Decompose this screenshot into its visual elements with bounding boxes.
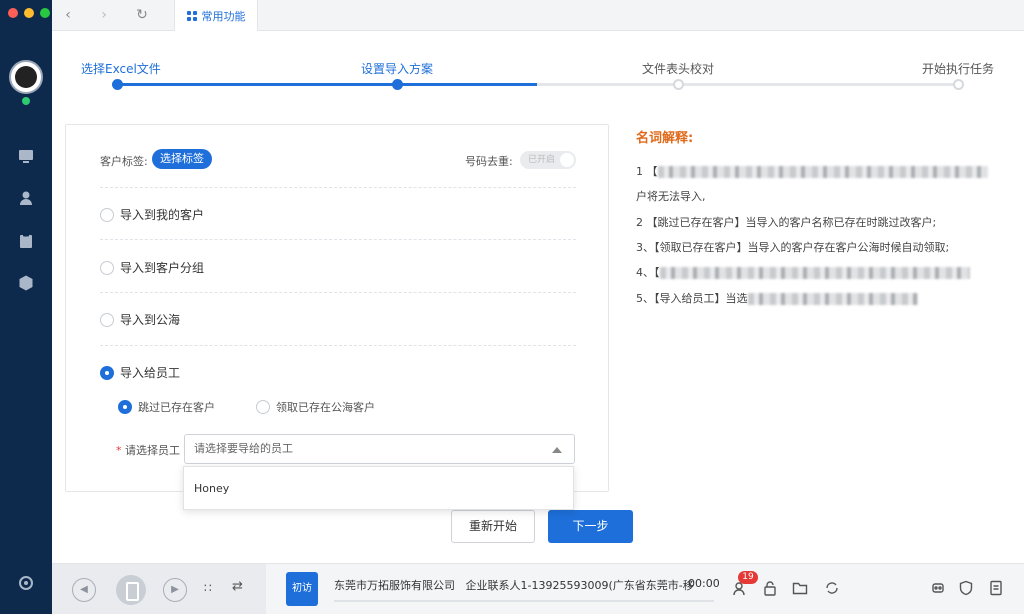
sync-icon[interactable]	[824, 580, 840, 596]
option-label: 导入到我的客户	[120, 208, 205, 222]
select-tag-button[interactable]: 选择标签	[152, 149, 212, 169]
clipboard-icon[interactable]	[17, 232, 35, 250]
option-label: 导入给员工	[120, 366, 181, 380]
import-options-panel: 客户标签: 选择标签 号码去重: 已开启 导入到我的客户 导入到客户分组 导入到…	[65, 124, 609, 492]
explanation-line-1: 1 【	[636, 163, 988, 179]
step-label-2: 设置导入方案	[361, 62, 434, 76]
blurred-text	[659, 267, 970, 279]
company-name: 东莞市万拓服饰有限公司	[334, 579, 455, 592]
transfer-icon[interactable]: ⇄	[232, 579, 243, 594]
employee-label-text: 请选择员工	[125, 444, 180, 457]
step-label-1: 选择Excel文件	[81, 62, 161, 76]
step-dot-4	[953, 79, 964, 90]
dedupe-toggle[interactable]: 已开启	[520, 151, 576, 169]
user-icon[interactable]	[17, 189, 35, 207]
play-icon[interactable]: ▶	[163, 578, 187, 602]
explanation-line-4: 3、【领取已存在客户】当导入的客户存在客户公海时候自动领取;	[636, 241, 950, 254]
blurred-text	[747, 293, 918, 305]
cube-icon[interactable]	[17, 274, 35, 292]
document-icon[interactable]	[988, 580, 1004, 596]
radio-button[interactable]	[256, 400, 270, 414]
close-window-button[interactable]	[8, 8, 18, 18]
employee-select[interactable]: 请选择要导给的员工	[184, 434, 575, 464]
step-dot-3	[673, 79, 684, 90]
employee-field-label: * 请选择员工	[116, 442, 180, 458]
divider	[100, 345, 576, 346]
chevron-left-icon[interactable]: ‹	[60, 7, 76, 23]
divider	[100, 239, 576, 240]
step-dot-2	[392, 79, 403, 90]
explanation-line-5: 4、【	[636, 264, 970, 280]
option-label: 导入到客户分组	[120, 261, 205, 275]
online-status-dot	[22, 97, 30, 105]
call-info: 东莞市万拓服饰有限公司 企业联系人1-13925593009(广东省东莞市-移	[334, 577, 694, 593]
shield-icon[interactable]	[958, 580, 974, 596]
grid-icon	[186, 10, 197, 21]
status-tag: 初访	[286, 572, 318, 606]
folder-icon[interactable]	[792, 580, 808, 596]
call-timer: 00:00	[688, 577, 720, 590]
radio-button-selected[interactable]	[118, 400, 132, 414]
phone-icon[interactable]	[116, 575, 146, 605]
divider	[100, 292, 576, 293]
window-controls	[8, 8, 50, 18]
step-label-4: 开始执行任务	[922, 62, 995, 76]
option-customer-group[interactable]: 导入到客户分组	[100, 259, 204, 276]
call-controls: ◀ ▶ ∷ ⇄	[52, 564, 266, 614]
settings-icon[interactable]	[17, 574, 35, 592]
step-label-3: 文件表头校对	[642, 62, 715, 76]
radio-button[interactable]	[100, 260, 114, 275]
restart-button[interactable]: 重新开始	[451, 510, 535, 543]
maximize-window-button[interactable]	[40, 8, 50, 18]
robot-icon[interactable]	[930, 580, 946, 596]
employee-dropdown-option[interactable]: Honey	[183, 466, 574, 510]
explanation-title: 名词解释:	[636, 131, 694, 146]
employee-select-placeholder: 请选择要导给的员工	[194, 442, 293, 455]
radio-button[interactable]	[100, 312, 114, 327]
step-progress: 选择Excel文件 设置导入方案 文件表头校对 开始执行任务	[52, 31, 1024, 101]
left-rail	[0, 0, 52, 614]
option-label: 导入到公海	[120, 313, 181, 327]
option-assign-employee[interactable]: 导入给员工	[100, 364, 180, 381]
tab-common-functions[interactable]: 常用功能	[174, 0, 258, 31]
explanation-line-6: 5、【导入给员工】当选	[636, 290, 918, 306]
radio-button[interactable]	[100, 207, 114, 222]
dialpad-icon[interactable]: ∷	[204, 581, 212, 595]
step-dot-1	[112, 79, 123, 90]
radio-button-selected[interactable]	[100, 365, 114, 380]
option-my-customers[interactable]: 导入到我的客户	[100, 206, 204, 223]
option-public-pool[interactable]: 导入到公海	[100, 311, 180, 328]
blurred-text	[657, 166, 988, 178]
divider	[100, 187, 576, 188]
sub-option-skip-existing[interactable]: 跳过已存在客户	[118, 399, 215, 415]
caret-up-icon	[552, 447, 562, 453]
call-progress	[334, 600, 714, 602]
next-step-button[interactable]: 下一步	[548, 510, 633, 543]
customer-tag-label: 客户标签:	[100, 155, 148, 168]
sub-option-label: 跳过已存在客户	[138, 401, 215, 414]
avatar[interactable]	[9, 60, 43, 94]
notification-badge: 19	[738, 571, 758, 584]
step-line-todo	[537, 83, 959, 86]
call-bar: ◀ ▶ ∷ ⇄ 初访 东莞市万拓服饰有限公司 企业联系人1-1392559300…	[52, 563, 1024, 614]
dropdown-option-label: Honey	[194, 482, 230, 495]
refresh-icon[interactable]: ↻	[134, 7, 150, 23]
previous-icon[interactable]: ◀	[72, 578, 96, 602]
tab-label: 常用功能	[201, 9, 246, 23]
dedupe-label: 号码去重:	[465, 155, 513, 168]
chevron-right-icon[interactable]: ›	[96, 7, 112, 23]
monitor-icon[interactable]	[17, 147, 35, 165]
unlock-icon[interactable]	[762, 580, 778, 596]
sub-option-claim-public[interactable]: 领取已存在公海客户	[256, 399, 375, 415]
top-bar: ‹ › ↻ 常用功能	[52, 0, 1024, 31]
minimize-window-button[interactable]	[24, 8, 34, 18]
sub-option-label: 领取已存在公海客户	[276, 401, 375, 414]
contact-info: 企业联系人1-13925593009(广东省东莞市-移	[465, 579, 694, 592]
required-mark: *	[116, 444, 122, 457]
dedupe-toggle-text: 已开启	[528, 155, 556, 165]
explanation-line-3: 2 【跳过已存在客户】当导入的客户名称已存在时跳过改客户;	[636, 216, 937, 229]
explanation-line-2: 户将无法导入,	[636, 190, 706, 203]
step-line-done	[117, 83, 537, 86]
